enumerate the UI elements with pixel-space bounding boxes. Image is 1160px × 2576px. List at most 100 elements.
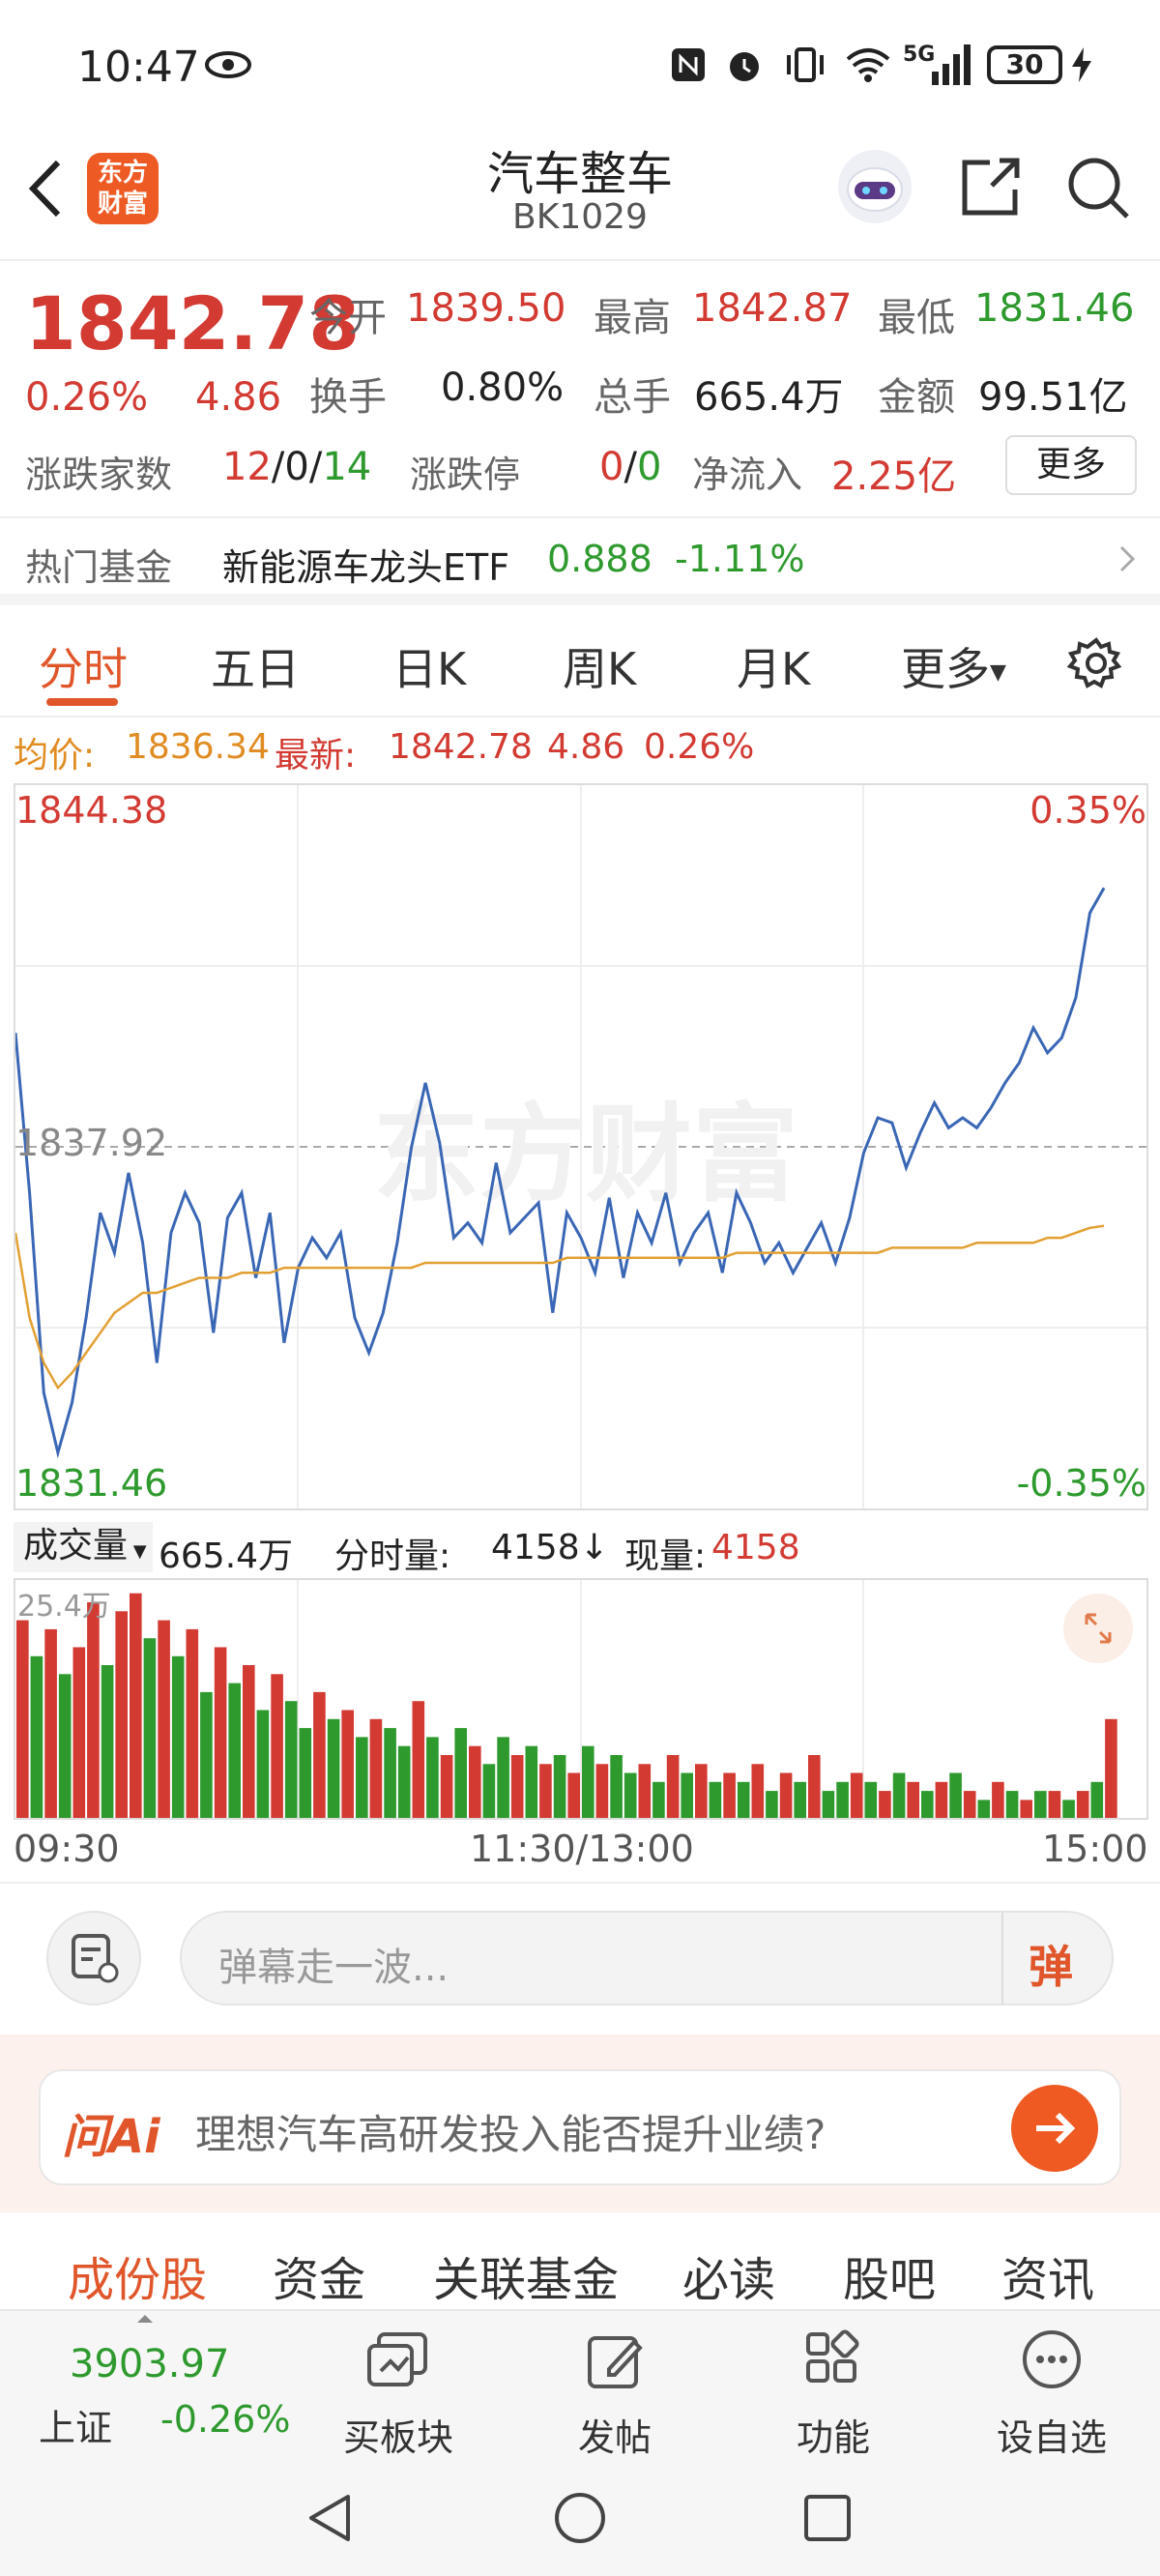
volume-bar bbox=[695, 1764, 708, 1818]
intraday-chart[interactable]: 东方财富 1844.38 1837.92 1831.46 0.35% -0.35… bbox=[14, 783, 1148, 1510]
tab-news[interactable]: 资讯 bbox=[1001, 2241, 1094, 2309]
quote-panel: 1842.78 0.26% 4.86 今开 1839.50 最高 1842.87… bbox=[0, 263, 1160, 516]
turnover-value: 0.80% bbox=[441, 366, 565, 410]
grid-icon bbox=[806, 2329, 859, 2383]
hot-fund-row[interactable]: 热门基金 新能源车龙头ETF 0.888 -1.11% bbox=[0, 516, 1160, 605]
more-circle-icon bbox=[1023, 2330, 1081, 2388]
functions-label: 功能 bbox=[796, 2416, 870, 2459]
volume-bar bbox=[779, 1772, 793, 1818]
time-axis: 09:30 11:30/13:00 15:00 bbox=[0, 1826, 1160, 1874]
volume-bar bbox=[101, 1665, 114, 1818]
more-button[interactable]: 更多 bbox=[1005, 435, 1137, 495]
inflow-label: 净流入 bbox=[692, 454, 803, 496]
latest-value: 1842.78 bbox=[389, 727, 533, 767]
volume-chart[interactable]: 25.4万 bbox=[14, 1578, 1148, 1820]
volume-bar bbox=[1020, 1800, 1032, 1818]
y-label-top-pct: 0.35% bbox=[1030, 789, 1146, 832]
open-value: 1839.50 bbox=[406, 286, 566, 331]
volume-bar bbox=[369, 1718, 383, 1818]
danmu-input[interactable]: 弹幕走一波... 弹 bbox=[180, 1911, 1114, 2005]
high-label: 最高 bbox=[594, 296, 671, 340]
search-icon[interactable] bbox=[1063, 153, 1133, 222]
danmu-list-icon[interactable] bbox=[46, 1911, 141, 2005]
charging-icon bbox=[1067, 43, 1096, 87]
ai-submit-button[interactable] bbox=[1011, 2085, 1098, 2172]
volume-bar bbox=[879, 1791, 891, 1818]
nav-home-icon[interactable] bbox=[551, 2489, 609, 2547]
tab-capital[interactable]: 资金 bbox=[273, 2241, 365, 2309]
volume-bar bbox=[638, 1764, 652, 1818]
buy-sector-button[interactable]: 买板块 bbox=[321, 2327, 476, 2461]
current-volume-label: 现量: bbox=[624, 1537, 707, 1576]
functions-button[interactable]: 功能 bbox=[756, 2327, 911, 2461]
volume-bar bbox=[327, 1718, 340, 1818]
volume-bar bbox=[200, 1691, 213, 1818]
volume-bar bbox=[525, 1745, 538, 1818]
comment-bar: 弹幕走一波... 弹 bbox=[0, 1882, 1160, 2033]
caret-up-icon bbox=[137, 2315, 153, 2323]
post-button[interactable]: 发帖 bbox=[537, 2327, 692, 2461]
volume-bar bbox=[384, 1728, 396, 1818]
volume-bar bbox=[313, 1691, 326, 1818]
caret-down-icon: ▼ bbox=[990, 660, 1006, 685]
avg-price-row: 均价: 1836.34 最新: 1842.78 4.86 0.26% bbox=[0, 719, 1160, 776]
nav-back-icon[interactable] bbox=[302, 2489, 360, 2547]
down-count: 14 bbox=[322, 445, 372, 489]
volume-bar bbox=[412, 1701, 425, 1818]
volume-bar bbox=[737, 1781, 750, 1818]
avg-label: 均价: bbox=[14, 736, 96, 776]
volume-bar bbox=[214, 1647, 227, 1818]
tab-intraday[interactable]: 分时 bbox=[39, 634, 128, 698]
hot-fund-name: 新能源车龙头ETF bbox=[222, 546, 510, 589]
tab-related-funds[interactable]: 关联基金 bbox=[433, 2241, 619, 2309]
indicator-selector[interactable]: 成交量 ▼ bbox=[14, 1522, 153, 1572]
tab-more[interactable]: 更多▼ bbox=[901, 634, 1006, 698]
volume-bar bbox=[171, 1655, 185, 1818]
ai-question-box[interactable]: 问Ai 理想汽车高研发投入能否提升业绩? bbox=[39, 2069, 1121, 2185]
current-volume-value: 4158 bbox=[711, 1528, 800, 1567]
vibrate-icon bbox=[781, 43, 829, 87]
danmu-toggle-button[interactable]: 弹 bbox=[1029, 1932, 1073, 1996]
volume-bar bbox=[1076, 1791, 1089, 1818]
low-value: 1831.46 bbox=[974, 286, 1135, 331]
indicator-selector-label: 成交量 bbox=[23, 1526, 129, 1566]
volume-scale-label: 25.4万 bbox=[17, 1590, 111, 1624]
volume-bar bbox=[87, 1602, 100, 1818]
tab-weekly-k[interactable]: 周K bbox=[563, 634, 636, 698]
tab-constituents[interactable]: 成份股 bbox=[68, 2241, 207, 2309]
expand-icon[interactable] bbox=[1063, 1594, 1133, 1663]
nav-recents-icon[interactable] bbox=[798, 2489, 856, 2547]
inflow-value: 2.25亿 bbox=[831, 454, 957, 499]
latest-change-pct: 0.26% bbox=[644, 727, 755, 767]
tab-monthly-k[interactable]: 月K bbox=[737, 634, 810, 698]
volume-label: 总手 bbox=[594, 375, 671, 420]
ai-panel: 问Ai 理想汽车高研发投入能否提升业绩? bbox=[0, 2034, 1160, 2212]
volume-bar bbox=[510, 1755, 524, 1818]
robot-assistant-icon[interactable] bbox=[835, 147, 914, 226]
volume-bar bbox=[892, 1772, 906, 1818]
volume-bar bbox=[992, 1781, 1004, 1818]
tab-forum[interactable]: 股吧 bbox=[843, 2241, 936, 2309]
edit-icon bbox=[588, 2336, 643, 2388]
volume-bar bbox=[539, 1764, 552, 1818]
settings-icon[interactable] bbox=[1066, 634, 1125, 692]
volume-bar bbox=[72, 1647, 86, 1818]
tab-must-read[interactable]: 必读 bbox=[682, 2241, 775, 2309]
volume-bar bbox=[1034, 1791, 1047, 1818]
avg-value: 1836.34 bbox=[126, 727, 270, 767]
tab-five-day[interactable]: 五日 bbox=[211, 634, 300, 698]
volume-bar bbox=[681, 1772, 693, 1818]
time-label-close: 15:00 bbox=[1042, 1828, 1148, 1870]
tab-daily-k[interactable]: 日K bbox=[392, 634, 466, 698]
minute-volume-value: 4158↓ bbox=[491, 1528, 609, 1567]
index-ticker[interactable]: 3903.97 上证 -0.26% bbox=[0, 2311, 300, 2456]
danmu-placeholder: 弹幕走一波... bbox=[218, 1946, 450, 1990]
high-value: 1842.87 bbox=[692, 286, 853, 331]
ai-logo: 问Ai bbox=[62, 2110, 160, 2164]
bottom-toolbar: 3903.97 上证 -0.26% 买板块 发帖 功能 设自选 bbox=[0, 2309, 1160, 2459]
hot-fund-label: 热门基金 bbox=[25, 546, 173, 589]
volume-bar bbox=[624, 1772, 637, 1818]
share-icon[interactable] bbox=[957, 153, 1025, 220]
volume-bar bbox=[808, 1755, 821, 1818]
add-favorite-button[interactable]: 设自选 bbox=[974, 2327, 1129, 2461]
